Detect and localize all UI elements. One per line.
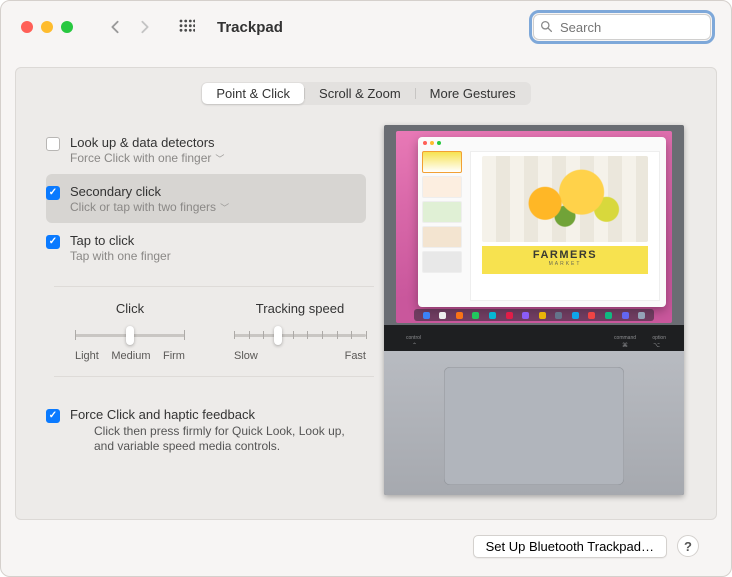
poster-tagline — [482, 268, 647, 272]
click-slider-thumb[interactable] — [126, 326, 134, 345]
tab-group: Point & Click Scroll & Zoom More Gesture… — [201, 82, 530, 105]
checkbox-lookup[interactable] — [46, 137, 60, 151]
preview-keyboard-deck: ⌃ control ⌘ command ⌥ option — [384, 325, 684, 351]
click-slider-box: Click Light Medium Fir — [68, 301, 192, 362]
option-subtitle: Force Click with one finger﹀ — [70, 151, 224, 165]
option-secondary-click[interactable]: Secondary click Click or tap with two fi… — [46, 174, 366, 223]
back-button[interactable] — [103, 15, 127, 39]
chevron-down-icon[interactable]: ﹀ — [215, 154, 224, 164]
setup-bluetooth-trackpad-button[interactable]: Set Up Bluetooth Trackpad… — [473, 535, 667, 558]
click-mark-firm: Firm — [163, 350, 185, 362]
preview-column: FARMERS MARKET ⌃ — [384, 125, 696, 495]
search-field-wrapper — [533, 14, 711, 40]
grid-icon — [179, 19, 195, 35]
option-lookup-data-detectors[interactable]: Look up & data detectors Force Click wit… — [46, 125, 366, 174]
option-title: Secondary click — [70, 184, 229, 199]
chevron-down-icon[interactable]: ﹀ — [220, 203, 229, 213]
preview-palm-rest — [384, 351, 684, 495]
divider — [54, 286, 374, 287]
content-area: Point & Click Scroll & Zoom More Gesture… — [1, 53, 731, 576]
trackpad-preferences-window: Trackpad Point & Click Scroll & Zoom Mor… — [0, 0, 732, 577]
preview-app-window: FARMERS MARKET — [418, 137, 666, 307]
preview-dock — [414, 309, 654, 321]
option-subtitle: Click or tap with two fingers﹀ — [70, 200, 229, 214]
checkbox-force-click[interactable] — [46, 409, 60, 423]
nav-buttons — [103, 15, 157, 39]
help-button[interactable]: ? — [677, 535, 699, 557]
forward-button[interactable] — [133, 15, 157, 39]
zoom-window-button[interactable] — [61, 21, 73, 33]
show-all-button[interactable] — [179, 19, 195, 35]
tracking-mark-fast: Fast — [345, 350, 366, 362]
window-controls — [21, 21, 73, 33]
poster-title: FARMERS — [482, 249, 647, 261]
tab-point-and-click[interactable]: Point & Click — [202, 83, 304, 104]
tracking-mark-slow: Slow — [234, 350, 258, 362]
click-slider-label: Click — [116, 301, 144, 316]
click-slider[interactable] — [75, 326, 185, 344]
bottom-bar: Set Up Bluetooth Trackpad… ? — [15, 520, 717, 572]
tracking-slider-thumb[interactable] — [274, 326, 282, 345]
search-icon — [540, 20, 553, 38]
tab-more-gestures[interactable]: More Gestures — [416, 83, 530, 104]
poster-image — [482, 156, 647, 242]
checkbox-secondary-click[interactable] — [46, 186, 60, 200]
tab-scroll-and-zoom[interactable]: Scroll & Zoom — [305, 83, 415, 104]
sliders-row: Click Light Medium Fir — [46, 301, 366, 362]
force-click-description: Click then press firmly for Quick Look, … — [94, 424, 358, 454]
chevron-left-icon — [110, 20, 120, 34]
trackpad-preview-video: FARMERS MARKET ⌃ — [384, 125, 684, 495]
chevron-right-icon — [140, 20, 150, 34]
divider — [54, 376, 374, 377]
option-title: Force Click and haptic feedback — [70, 407, 358, 422]
title-bar: Trackpad — [1, 1, 731, 53]
click-mark-light: Light — [75, 350, 99, 362]
tracking-slider-box: Tracking speed Slow Fast — [234, 301, 366, 362]
tracking-slider-label: Tracking speed — [256, 301, 344, 316]
checkbox-tap-to-click[interactable] — [46, 235, 60, 249]
window-title: Trackpad — [217, 19, 283, 36]
preview-screen: FARMERS MARKET — [396, 131, 672, 323]
option-title: Tap to click — [70, 233, 171, 248]
option-force-click[interactable]: Force Click and haptic feedback Click th… — [46, 397, 366, 463]
main-panel: Point & Click Scroll & Zoom More Gesture… — [15, 67, 717, 520]
click-mark-medium: Medium — [111, 350, 150, 362]
settings-column: Look up & data detectors Force Click wit… — [46, 125, 366, 495]
option-tap-to-click[interactable]: Tap to click Tap with one finger — [46, 223, 366, 272]
tab-bar: Point & Click Scroll & Zoom More Gesture… — [16, 82, 716, 105]
tracking-slider[interactable] — [234, 326, 366, 344]
minimize-window-button[interactable] — [41, 21, 53, 33]
option-subtitle: Tap with one finger — [70, 249, 171, 263]
preview-trackpad-surface — [444, 367, 624, 485]
search-input[interactable] — [533, 14, 711, 40]
close-window-button[interactable] — [21, 21, 33, 33]
option-title: Look up & data detectors — [70, 135, 224, 150]
